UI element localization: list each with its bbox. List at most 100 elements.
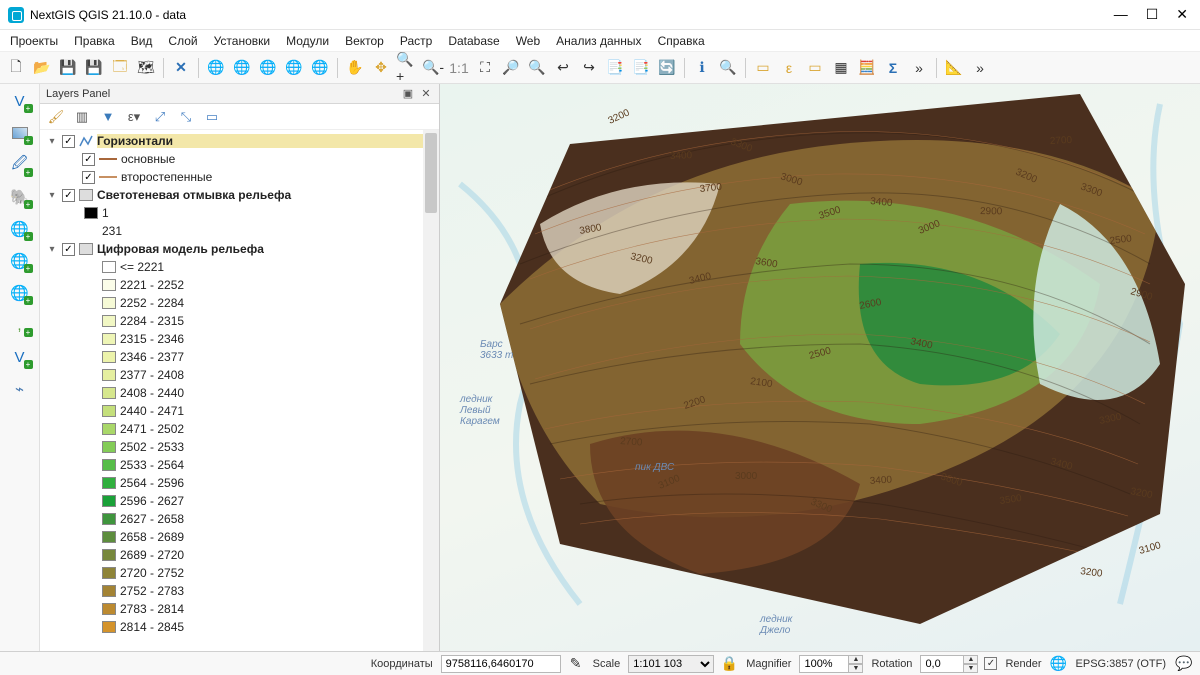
expand-icon[interactable]: ▾: [46, 136, 58, 147]
menu-view[interactable]: Вид: [125, 32, 159, 50]
class-row[interactable]: 2377 - 2408: [44, 366, 439, 384]
menu-web[interactable]: Web: [510, 32, 546, 50]
menu-edit[interactable]: Правка: [68, 32, 121, 50]
menu-plugins[interactable]: Модули: [280, 32, 335, 50]
deselect-button[interactable]: ▭: [803, 56, 827, 80]
class-row[interactable]: 2471 - 2502: [44, 420, 439, 438]
rotation-input[interactable]: [920, 655, 964, 673]
attribute-table-button[interactable]: ▦: [829, 56, 853, 80]
menu-raster[interactable]: Растр: [394, 32, 438, 50]
zoom-native-button[interactable]: 1:1: [447, 56, 471, 80]
identify-2-button[interactable]: 🔍: [716, 56, 740, 80]
zoom-layer-button[interactable]: 🔍: [525, 56, 549, 80]
render-checkbox[interactable]: [984, 657, 997, 670]
rotation-up[interactable]: ▲: [964, 655, 978, 664]
pan-to-selection-button[interactable]: ✥: [369, 56, 393, 80]
style-button[interactable]: 🖌: [46, 107, 66, 127]
class-row[interactable]: 2596 - 2627: [44, 492, 439, 510]
add-raster-button[interactable]: +: [6, 120, 34, 146]
sublayer-checkbox[interactable]: [82, 153, 95, 166]
add-spatialite-button[interactable]: 🖉+: [6, 152, 34, 178]
zoom-last-button[interactable]: ↩: [551, 56, 575, 80]
zoom-selection-button[interactable]: 🔎: [499, 56, 523, 80]
zoom-out-button[interactable]: 🔍-: [421, 56, 445, 80]
filter-layers-button[interactable]: ▥: [72, 107, 92, 127]
toolbar-overflow-1[interactable]: »: [907, 56, 931, 80]
minimize-button[interactable]: —: [1114, 6, 1128, 23]
new-project-button[interactable]: 🗋: [4, 56, 28, 80]
db-button-2[interactable]: 🌐: [230, 56, 254, 80]
class-row[interactable]: 2502 - 2533: [44, 438, 439, 456]
refresh-button[interactable]: 🔄: [655, 56, 679, 80]
magnifier-down[interactable]: ▼: [849, 664, 863, 673]
class-row[interactable]: 2627 - 2658: [44, 510, 439, 528]
class-row[interactable]: 2440 - 2471: [44, 402, 439, 420]
layer-name-2[interactable]: Цифровая модель рельефа: [97, 242, 264, 256]
zoom-next-button[interactable]: ↪: [577, 56, 601, 80]
menu-layer[interactable]: Слой: [162, 32, 203, 50]
class-row[interactable]: 2658 - 2689: [44, 528, 439, 546]
save-button[interactable]: 💾: [56, 56, 80, 80]
menu-help[interactable]: Справка: [652, 32, 711, 50]
add-delimited-button[interactable]: ,+: [6, 312, 34, 338]
panel-close-button[interactable]: ✕: [419, 87, 433, 101]
db-button-5[interactable]: 🌐: [308, 56, 332, 80]
messages-button[interactable]: 💬: [1174, 655, 1194, 673]
class-row[interactable]: 2720 - 2752: [44, 564, 439, 582]
bookmarks-button[interactable]: 📑: [629, 56, 653, 80]
select-button[interactable]: ▭: [751, 56, 775, 80]
close-button[interactable]: ✕: [1176, 6, 1188, 23]
menu-analysis[interactable]: Анализ данных: [550, 32, 647, 50]
menu-settings[interactable]: Установки: [208, 32, 276, 50]
zoom-in-button[interactable]: 🔍+: [395, 56, 419, 80]
add-circuit-button[interactable]: ⌁: [6, 376, 34, 402]
layer-checkbox[interactable]: [62, 135, 75, 148]
class-row[interactable]: 2783 - 2814: [44, 600, 439, 618]
layer-name-0[interactable]: Горизонтали: [97, 134, 439, 148]
class-row[interactable]: 2564 - 2596: [44, 474, 439, 492]
add-wcs-button[interactable]: 🌐+: [6, 248, 34, 274]
crs-label[interactable]: EPSG:3857 (OTF): [1074, 658, 1168, 670]
db-button-3[interactable]: 🌐: [256, 56, 280, 80]
db-button-4[interactable]: 🌐: [282, 56, 306, 80]
crs-icon[interactable]: 🌐: [1050, 655, 1068, 673]
menu-database[interactable]: Database: [442, 32, 505, 50]
sublayer-checkbox[interactable]: [82, 171, 95, 184]
menu-vector[interactable]: Вектор: [339, 32, 390, 50]
layer-checkbox[interactable]: [62, 189, 75, 202]
tree-scrollbar-track[interactable]: [423, 130, 439, 651]
magnifier-up[interactable]: ▲: [849, 655, 863, 664]
maximize-button[interactable]: ☐: [1146, 6, 1159, 23]
add-virtual-button[interactable]: V+: [6, 344, 34, 370]
class-row[interactable]: 2252 - 2284: [44, 294, 439, 312]
field-calc-button[interactable]: 🧮: [855, 56, 879, 80]
add-vector-button[interactable]: V+: [6, 88, 34, 114]
pan-button[interactable]: ✋: [343, 56, 367, 80]
class-row[interactable]: 2408 - 2440: [44, 384, 439, 402]
measure-button[interactable]: 📐: [942, 56, 966, 80]
sublayer-name[interactable]: основные: [121, 152, 175, 166]
toggle-extents-button[interactable]: ✎: [567, 655, 585, 673]
class-row[interactable]: 2346 - 2377: [44, 348, 439, 366]
expand-icon[interactable]: ▾: [46, 190, 58, 201]
zoom-full-button[interactable]: ⛶: [473, 56, 497, 80]
class-row[interactable]: 2221 - 2252: [44, 276, 439, 294]
rotation-down[interactable]: ▼: [964, 664, 978, 673]
layout-manager-button[interactable]: 🗺: [134, 56, 158, 80]
db-button-1[interactable]: 🌐: [204, 56, 228, 80]
menu-projects[interactable]: Проекты: [4, 32, 64, 50]
toolbar-overflow-2[interactable]: »: [968, 56, 992, 80]
add-wfs-button[interactable]: 🌐+: [6, 280, 34, 306]
expand-button[interactable]: ⤢: [150, 107, 170, 127]
add-postgis-button[interactable]: 🐘+: [6, 184, 34, 210]
add-wms-button[interactable]: 🌐+: [6, 216, 34, 242]
tree-scrollbar-thumb[interactable]: [425, 133, 437, 213]
magnifier-input[interactable]: [799, 655, 849, 673]
open-project-button[interactable]: 📂: [30, 56, 54, 80]
layout-button[interactable]: 🗔: [108, 56, 132, 80]
coords-input[interactable]: [441, 655, 561, 673]
class-row[interactable]: 2689 - 2720: [44, 546, 439, 564]
layer-name-1[interactable]: Светотеневая отмывка рельефа: [97, 188, 291, 202]
lock-scale-button[interactable]: 🔒: [720, 655, 738, 673]
scale-select[interactable]: 1:101 103: [628, 655, 714, 673]
